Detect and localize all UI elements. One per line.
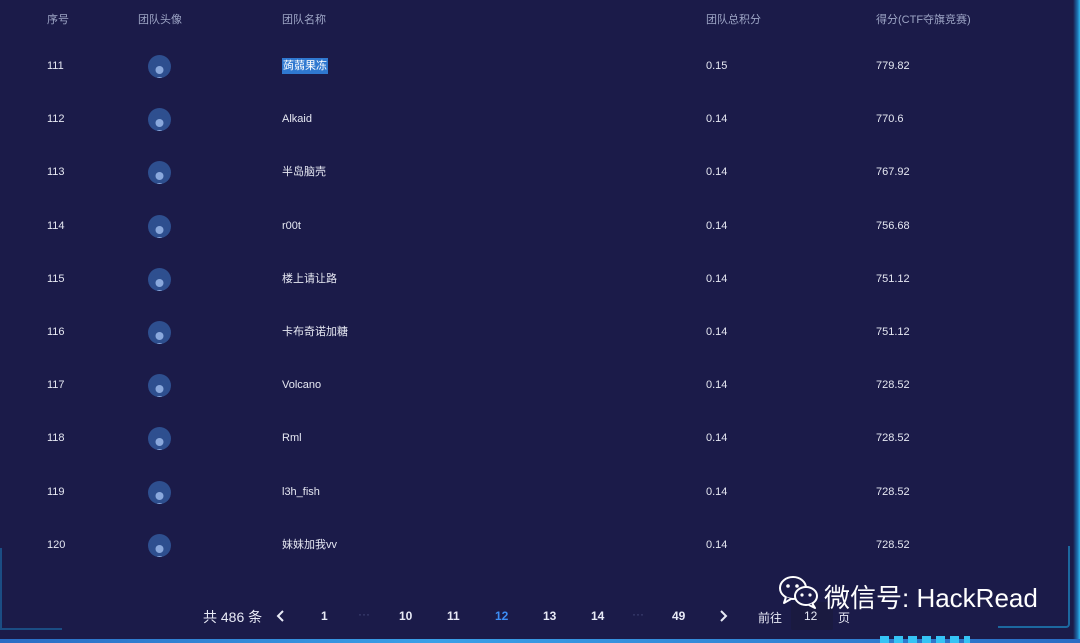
ctf-score-cell: 779.82: [876, 60, 910, 72]
frame-bottom-dash-decoration: [880, 636, 970, 643]
user-avatar-icon: [148, 61, 171, 78]
rank-cell: 119: [47, 485, 65, 498]
leaderboard-panel: 序号 团队头像 团队名称 团队总积分 得分(CTF夺旗竞赛) 111 蒟蒻果冻 0.…: [0, 0, 1080, 643]
page-button-49[interactable]: 49: [672, 609, 685, 623]
ctf-score-cell: 751.12: [876, 272, 910, 285]
team-name-cell[interactable]: 半岛脑壳: [282, 146, 326, 199]
next-page-button[interactable]: [718, 609, 728, 626]
rank-cell: 118: [47, 432, 65, 445]
page-button-1[interactable]: 1: [321, 609, 328, 623]
team-avatar: [148, 321, 171, 344]
ctf-score-cell: 728.52: [876, 538, 910, 551]
rank-cell: 116: [47, 326, 65, 338]
column-header-ctf-score: 得分(CTF夺旗竞赛): [876, 14, 971, 26]
page-button-10[interactable]: 10: [399, 609, 412, 623]
rank-cell: 111: [47, 60, 64, 72]
team-name-cell[interactable]: 楼上请让路: [282, 253, 337, 306]
user-avatar-icon: [148, 380, 171, 398]
team-avatar: [148, 267, 171, 291]
table-row: 117 Volcano 0.14 728.52: [0, 359, 1060, 412]
column-header-rank: 序号: [47, 14, 69, 26]
chevron-right-icon: [720, 610, 728, 622]
page-button-13[interactable]: 13: [543, 609, 556, 623]
total-points-cell: 0.15: [706, 60, 728, 72]
table-row: 112 Alkaid 0.14 770.6: [0, 93, 1060, 146]
column-header-avatar: 团队头像: [138, 14, 182, 26]
ctf-score-cell: 767.92: [876, 166, 910, 179]
team-name-cell[interactable]: r00t: [282, 200, 301, 253]
team-avatar: [148, 480, 171, 504]
team-avatar: [148, 214, 171, 238]
team-avatar: [148, 374, 171, 398]
selected-text: 蒟蒻果冻: [282, 58, 328, 74]
page-button-14[interactable]: 14: [591, 609, 604, 623]
user-avatar-icon: [148, 486, 171, 504]
table-row: 118 Rml 0.14 728.52: [0, 412, 1060, 465]
ctf-score-cell: 728.52: [876, 379, 910, 392]
team-avatar: [148, 533, 171, 557]
pagination-total: 共 486 条: [203, 609, 263, 625]
team-avatar: [148, 55, 171, 78]
table-row: 111 蒟蒻果冻 0.15 779.82: [0, 40, 1060, 93]
team-name-cell[interactable]: Volcano: [282, 359, 321, 412]
column-header-total-points: 团队总积分: [706, 14, 761, 26]
total-points-cell: 0.14: [706, 166, 728, 179]
table-row: 119 l3h_fish 0.14 728.52: [0, 466, 1060, 519]
page-ellipsis-right[interactable]: ···: [632, 607, 644, 621]
ctf-score-cell: 770.6: [876, 113, 904, 126]
user-avatar-icon: [148, 114, 171, 132]
team-name-cell[interactable]: l3h_fish: [282, 466, 320, 519]
total-points-cell: 0.14: [706, 485, 728, 498]
watermark-text: 微信号: HackRead: [824, 583, 1038, 613]
ctf-score-cell: 756.68: [876, 219, 910, 232]
page-button-11[interactable]: 11: [447, 609, 460, 623]
ctf-score-cell: 728.52: [876, 485, 910, 498]
team-name-cell[interactable]: Rml: [282, 412, 302, 465]
total-points-cell: 0.14: [706, 219, 728, 232]
wechat-watermark: 微信号: HackRead: [778, 575, 1038, 615]
team-name-cell[interactable]: Alkaid: [282, 93, 312, 146]
rank-cell: 114: [47, 219, 65, 232]
page-button-12-active[interactable]: 12: [495, 609, 508, 623]
prev-page-button[interactable]: [276, 609, 286, 626]
column-header-team-name: 团队名称: [282, 14, 326, 26]
team-name-cell[interactable]: 卡布奇诺加糖: [282, 306, 348, 359]
team-avatar: [148, 161, 171, 185]
total-points-cell: 0.14: [706, 326, 728, 338]
user-avatar-icon: [148, 273, 171, 291]
user-avatar-icon: [148, 327, 171, 344]
chevron-left-icon: [276, 610, 284, 622]
user-avatar-icon: [148, 220, 171, 238]
rank-cell: 117: [47, 379, 65, 392]
table-header: 序号 团队头像 团队名称 团队总积分 得分(CTF夺旗竞赛): [0, 0, 1080, 34]
total-points-cell: 0.14: [706, 113, 728, 126]
table-row: 114 r00t 0.14 756.68: [0, 200, 1060, 253]
team-avatar: [148, 427, 171, 451]
team-avatar: [148, 108, 171, 132]
table-row: 113 半岛脑壳 0.14 767.92: [0, 146, 1060, 199]
page-ellipsis-left[interactable]: ···: [358, 607, 370, 621]
total-points-cell: 0.14: [706, 538, 728, 551]
wechat-icon: [779, 576, 818, 609]
ctf-score-cell: 728.52: [876, 432, 910, 445]
total-points-cell: 0.14: [706, 432, 728, 445]
frame-right-border: [1073, 0, 1080, 643]
total-points-cell: 0.14: [706, 379, 728, 392]
rank-cell: 113: [47, 166, 65, 179]
rank-cell: 115: [47, 272, 65, 285]
table-row: 115 楼上请让路 0.14 751.12: [0, 253, 1060, 306]
table-row: 116 卡布奇诺加糖 0.14 751.12: [0, 306, 1060, 359]
team-name-cell[interactable]: 妹妹加我vv: [282, 519, 337, 572]
user-avatar-icon: [148, 539, 171, 557]
rank-cell: 112: [47, 113, 65, 126]
table-row: 120 妹妹加我vv 0.14 728.52: [0, 519, 1060, 572]
user-avatar-icon: [148, 167, 171, 185]
ctf-score-cell: 751.12: [876, 326, 910, 338]
team-name-cell[interactable]: 蒟蒻果冻: [282, 40, 328, 93]
rank-cell: 120: [47, 538, 66, 551]
user-avatar-icon: [148, 433, 171, 451]
total-points-cell: 0.14: [706, 272, 728, 285]
